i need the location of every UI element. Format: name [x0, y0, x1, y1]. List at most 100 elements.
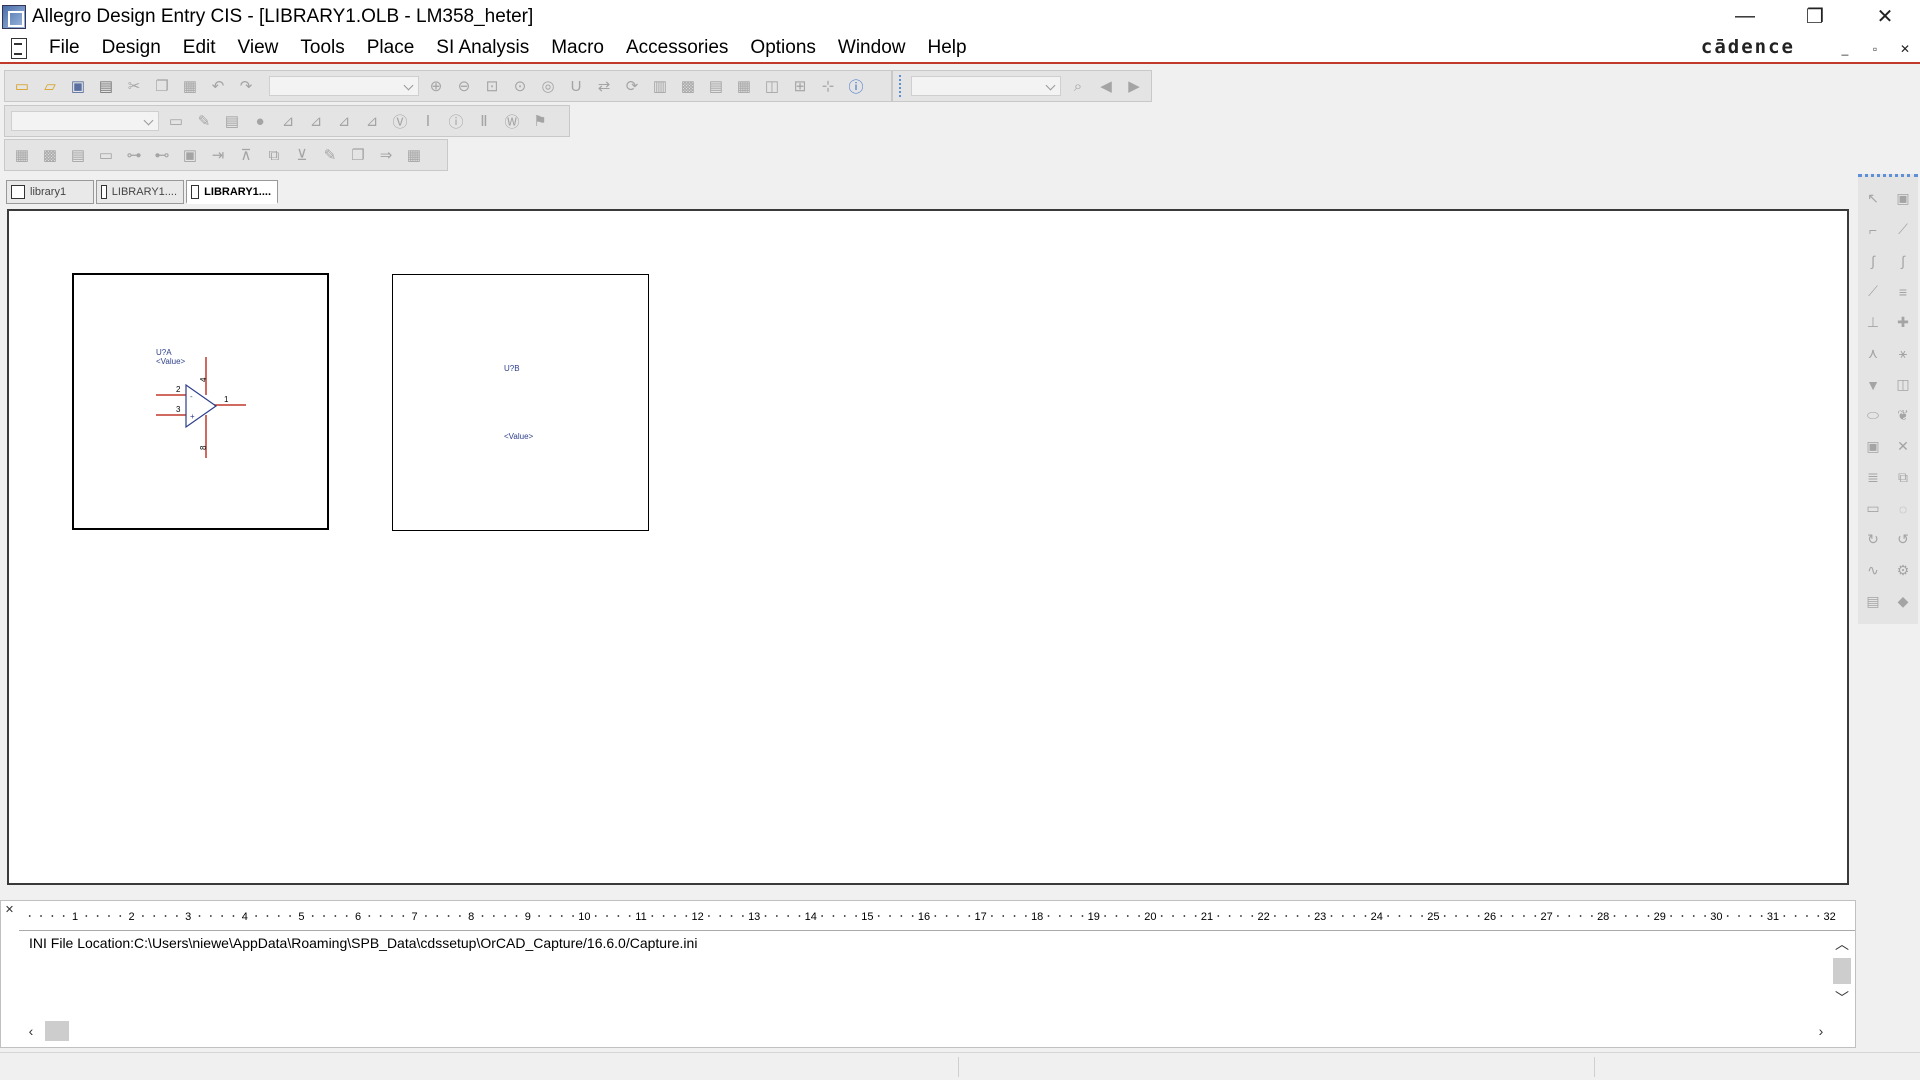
menu-tools[interactable]: Tools	[289, 32, 355, 63]
menu-window[interactable]: Window	[827, 32, 917, 63]
place-wire-icon[interactable]: ⌐	[1862, 219, 1884, 241]
place-noconnect-icon[interactable]: ⚹	[1892, 343, 1914, 365]
search-combo[interactable]	[911, 76, 1061, 96]
cis-refresh-icon[interactable]: ⇥	[207, 144, 229, 166]
tab-library1-part-active[interactable]: LIBRARY1....	[186, 180, 278, 204]
bias-w-icon[interactable]: ⓘ	[445, 110, 467, 132]
current-marker-icon[interactable]: ⊿	[305, 110, 327, 132]
update-part-icon[interactable]: ⟳	[621, 75, 643, 97]
menu-help[interactable]: Help	[916, 32, 977, 63]
edit-sim-icon[interactable]: ✎	[193, 110, 215, 132]
zoom-out-icon[interactable]: ⊖	[453, 75, 475, 97]
place-ellipse-icon[interactable]: ⧉	[1892, 467, 1914, 489]
place-offpage-connector-icon[interactable]: ❦	[1892, 405, 1914, 427]
run-icon[interactable]: ●	[249, 110, 271, 132]
diff-marker-icon[interactable]: ⊿	[361, 110, 383, 132]
part-a-frame[interactable]: - + 2 3 1 4 8 U?A <Value>	[72, 273, 329, 530]
zoom-in-icon[interactable]: ⊕	[425, 75, 447, 97]
place-offpage-icon[interactable]: ⋏	[1862, 343, 1884, 365]
forward-icon[interactable]: ▶	[1123, 75, 1145, 97]
cis-query-icon[interactable]: ▤	[67, 144, 89, 166]
zoom-area-icon[interactable]: ⊡	[481, 75, 503, 97]
place-rectangle-icon[interactable]: ≣	[1862, 467, 1884, 489]
new-icon[interactable]: ▭	[11, 75, 33, 97]
place-polyline-icon[interactable]: ✕	[1892, 436, 1914, 458]
scroll-thumb[interactable]	[45, 1021, 69, 1041]
doc-minimize-button[interactable]: _	[1830, 42, 1860, 56]
part-b-frame[interactable]: U?B <Value>	[392, 274, 649, 531]
part-manager-icon[interactable]: ◫	[761, 75, 783, 97]
snap-grid-icon[interactable]: ⊞	[789, 75, 811, 97]
horizontal-scrollbar[interactable]: ‹ ›	[21, 1019, 1831, 1043]
cis-place-icon[interactable]: ▣	[179, 144, 201, 166]
menu-accessories[interactable]: Accessories	[615, 32, 739, 63]
place-text-icon[interactable]: ↺	[1892, 529, 1914, 551]
help-icon[interactable]: ⓘ	[845, 75, 867, 97]
chevron-up-icon[interactable]: ︿	[1831, 934, 1853, 954]
menu-design[interactable]: Design	[91, 32, 172, 63]
place-bezier-icon[interactable]: ↻	[1862, 529, 1884, 551]
menu-edit[interactable]: Edit	[172, 32, 227, 63]
backannotate-icon[interactable]: ⇄	[593, 75, 615, 97]
netlist-icon[interactable]: ▥	[649, 75, 671, 97]
menu-options[interactable]: Options	[739, 32, 826, 63]
place-line-icon[interactable]: ▣	[1862, 436, 1884, 458]
chevron-right-icon[interactable]: ›	[1811, 1023, 1831, 1039]
close-icon[interactable]: ✕	[4, 905, 15, 916]
place-hier-block-icon[interactable]: ▼	[1862, 374, 1884, 396]
place-hier-port-icon[interactable]: ◫	[1892, 374, 1914, 396]
select-icon[interactable]: ↖	[1862, 188, 1884, 210]
place-bus-icon[interactable]: ∫	[1862, 250, 1884, 272]
cis-link-icon[interactable]: ▭	[95, 144, 117, 166]
place-pin-array-icon[interactable]: ◆	[1892, 591, 1914, 613]
part-editor-canvas[interactable]: - + 2 3 1 4 8 U?A <Value> U?B <Value>	[7, 209, 1849, 885]
drc-icon[interactable]: ▩	[677, 75, 699, 97]
tab-library1[interactable]: library1	[6, 180, 94, 204]
place-picture-icon[interactable]: ∿	[1862, 560, 1884, 582]
copy-icon[interactable]: ❐	[151, 75, 173, 97]
doc-restore-button[interactable]: ▫	[1860, 42, 1890, 56]
place-pin-icon[interactable]: ▤	[1862, 591, 1884, 613]
place-power-icon[interactable]: ⊥	[1862, 312, 1884, 334]
place-hier-pin-icon[interactable]: ⬭	[1862, 405, 1884, 427]
menu-place[interactable]: Place	[356, 32, 426, 63]
print-icon[interactable]: ▤	[95, 75, 117, 97]
place-ieee-icon[interactable]: ⚙	[1892, 560, 1914, 582]
cis-table-icon[interactable]: ▦	[403, 144, 425, 166]
menu-view[interactable]: View	[227, 32, 290, 63]
toolbar-grip[interactable]	[899, 75, 903, 97]
undo-icon[interactable]: ↶	[207, 75, 229, 97]
menu-file[interactable]: File	[38, 32, 91, 63]
place-elliptical-arc-icon[interactable]: ◌	[1892, 498, 1914, 520]
voltage-marker-icon[interactable]: ⊿	[277, 110, 299, 132]
menu-si-analysis[interactable]: SI Analysis	[425, 32, 540, 63]
bias-i-icon[interactable]: Ⅰ	[417, 110, 439, 132]
part-search-combo[interactable]	[269, 76, 419, 96]
zoom-all-icon[interactable]: ⊙	[509, 75, 531, 97]
place-bus-entry-icon[interactable]: ⟋	[1862, 281, 1884, 303]
scroll-thumb[interactable]	[1833, 958, 1851, 984]
place-net-alias-text-icon[interactable]: ≡	[1892, 281, 1914, 303]
vertical-scrollbar[interactable]: ︿ ﹀	[1831, 934, 1853, 1018]
place-junction-icon[interactable]: ∫	[1892, 250, 1914, 272]
power-marker-icon[interactable]: ⊿	[333, 110, 355, 132]
chevron-down-icon[interactable]: ﹀	[1831, 988, 1853, 1008]
close-button[interactable]: ✕	[1850, 0, 1920, 33]
tab-library1-olb[interactable]: LIBRARY1....	[96, 180, 184, 204]
find-icon[interactable]: ⌕	[1067, 75, 1089, 97]
doc-close-button[interactable]: ✕	[1890, 42, 1920, 56]
paste-icon[interactable]: ▦	[179, 75, 201, 97]
profile-combo[interactable]	[11, 111, 159, 131]
place-net-alias-icon[interactable]: ⟋	[1892, 219, 1914, 241]
menu-macro[interactable]: Macro	[540, 32, 615, 63]
minimize-button[interactable]: —	[1710, 0, 1780, 33]
cis-tree-icon[interactable]: ⊼	[235, 144, 257, 166]
place-ground-icon[interactable]: ✚	[1892, 312, 1914, 334]
annotate-icon[interactable]: U	[565, 75, 587, 97]
cis-copy-icon[interactable]: ❐	[347, 144, 369, 166]
toggle-icon[interactable]: Ⅱ	[473, 110, 495, 132]
cis-export-icon[interactable]: ⇒	[375, 144, 397, 166]
place-part-icon[interactable]: ▣	[1892, 188, 1914, 210]
cis-unlink-icon[interactable]: ⊶	[123, 144, 145, 166]
browse-icon[interactable]: ◎	[537, 75, 559, 97]
